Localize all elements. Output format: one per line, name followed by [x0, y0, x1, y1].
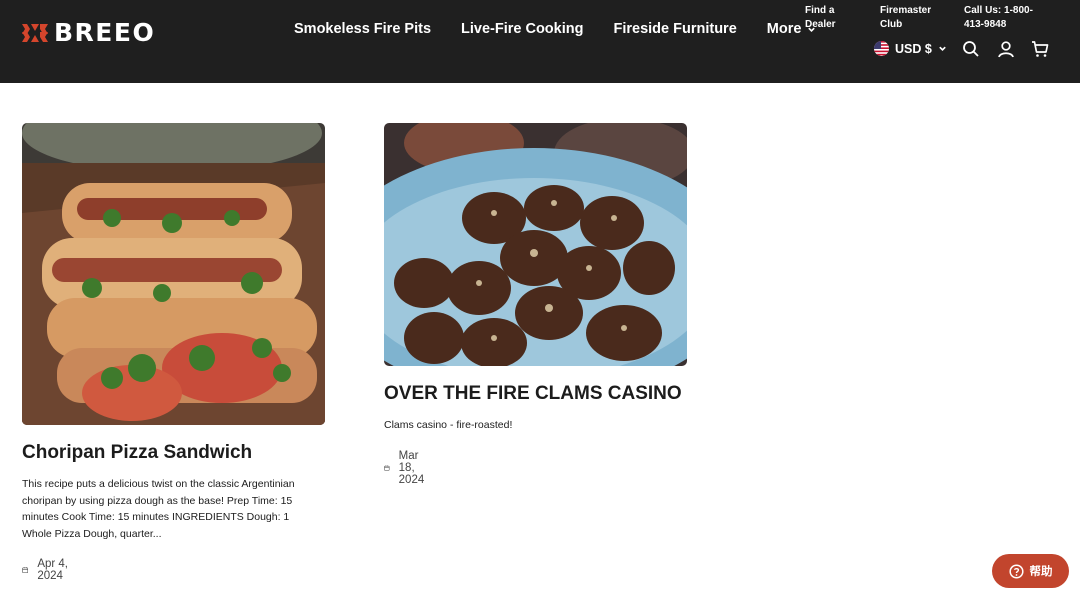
article-date-text: Apr 4, 2024 [37, 558, 68, 582]
nav-live-fire-cooking[interactable]: Live-Fire Cooking [461, 21, 583, 37]
cart-icon[interactable] [1031, 40, 1049, 58]
main-nav: Smokeless Fire Pits Live-Fire Cooking Fi… [294, 21, 816, 37]
firemaster-club-link[interactable]: Firemaster Club [880, 4, 942, 32]
article-title[interactable]: Choripan Pizza Sandwich [22, 442, 252, 464]
article-date: Apr 4, 2024 [22, 558, 69, 582]
brand-name: BREEO [54, 18, 156, 47]
article-date: Mar 18, 2024 [384, 450, 431, 486]
calendar-icon [384, 465, 390, 471]
breeo-logo-icon [22, 23, 48, 42]
sandwich-photo [22, 123, 325, 425]
nav-fireside-furniture[interactable]: Fireside Furniture [613, 21, 736, 37]
us-flag-icon [874, 41, 889, 56]
article-excerpt: This recipe puts a delicious twist on th… [22, 478, 295, 540]
search-icon[interactable] [962, 40, 980, 58]
help-question-icon [1008, 563, 1024, 579]
nav-label: Fireside Furniture [613, 21, 737, 37]
help-label: 帮助 [1029, 564, 1053, 578]
help-button[interactable]: 帮助 [992, 554, 1069, 588]
article-image-choripan[interactable] [22, 123, 325, 425]
article-image-clams-casino[interactable] [384, 123, 687, 366]
article-excerpt: Clams casino - fire-roasted! [384, 419, 513, 431]
account-icon[interactable] [997, 40, 1015, 58]
article-title[interactable]: OVER THE FIRE CLAMS CASINO [384, 383, 682, 405]
article-date-text: Mar 18, 2024 [398, 450, 425, 486]
calendar-icon [22, 567, 29, 573]
find-dealer-link[interactable]: Find a Dealer [805, 4, 849, 32]
brand-logo[interactable]: BREEO [22, 18, 155, 47]
chevron-down-icon [939, 46, 946, 51]
call-us-link[interactable]: Call Us: 1-800-413-9848 [964, 4, 1044, 32]
currency-label: USD $ [895, 41, 932, 56]
nav-smokeless-fire-pits[interactable]: Smokeless Fire Pits [294, 21, 431, 37]
site-header: BREEO Smokeless Fire Pits Live-Fire Cook… [0, 0, 1080, 83]
clams-photo [384, 123, 687, 366]
nav-label: Live-Fire Cooking [461, 21, 584, 37]
nav-label: More [766, 21, 802, 37]
nav-label: Smokeless Fire Pits [294, 21, 432, 37]
currency-selector[interactable]: USD $ [874, 41, 947, 56]
